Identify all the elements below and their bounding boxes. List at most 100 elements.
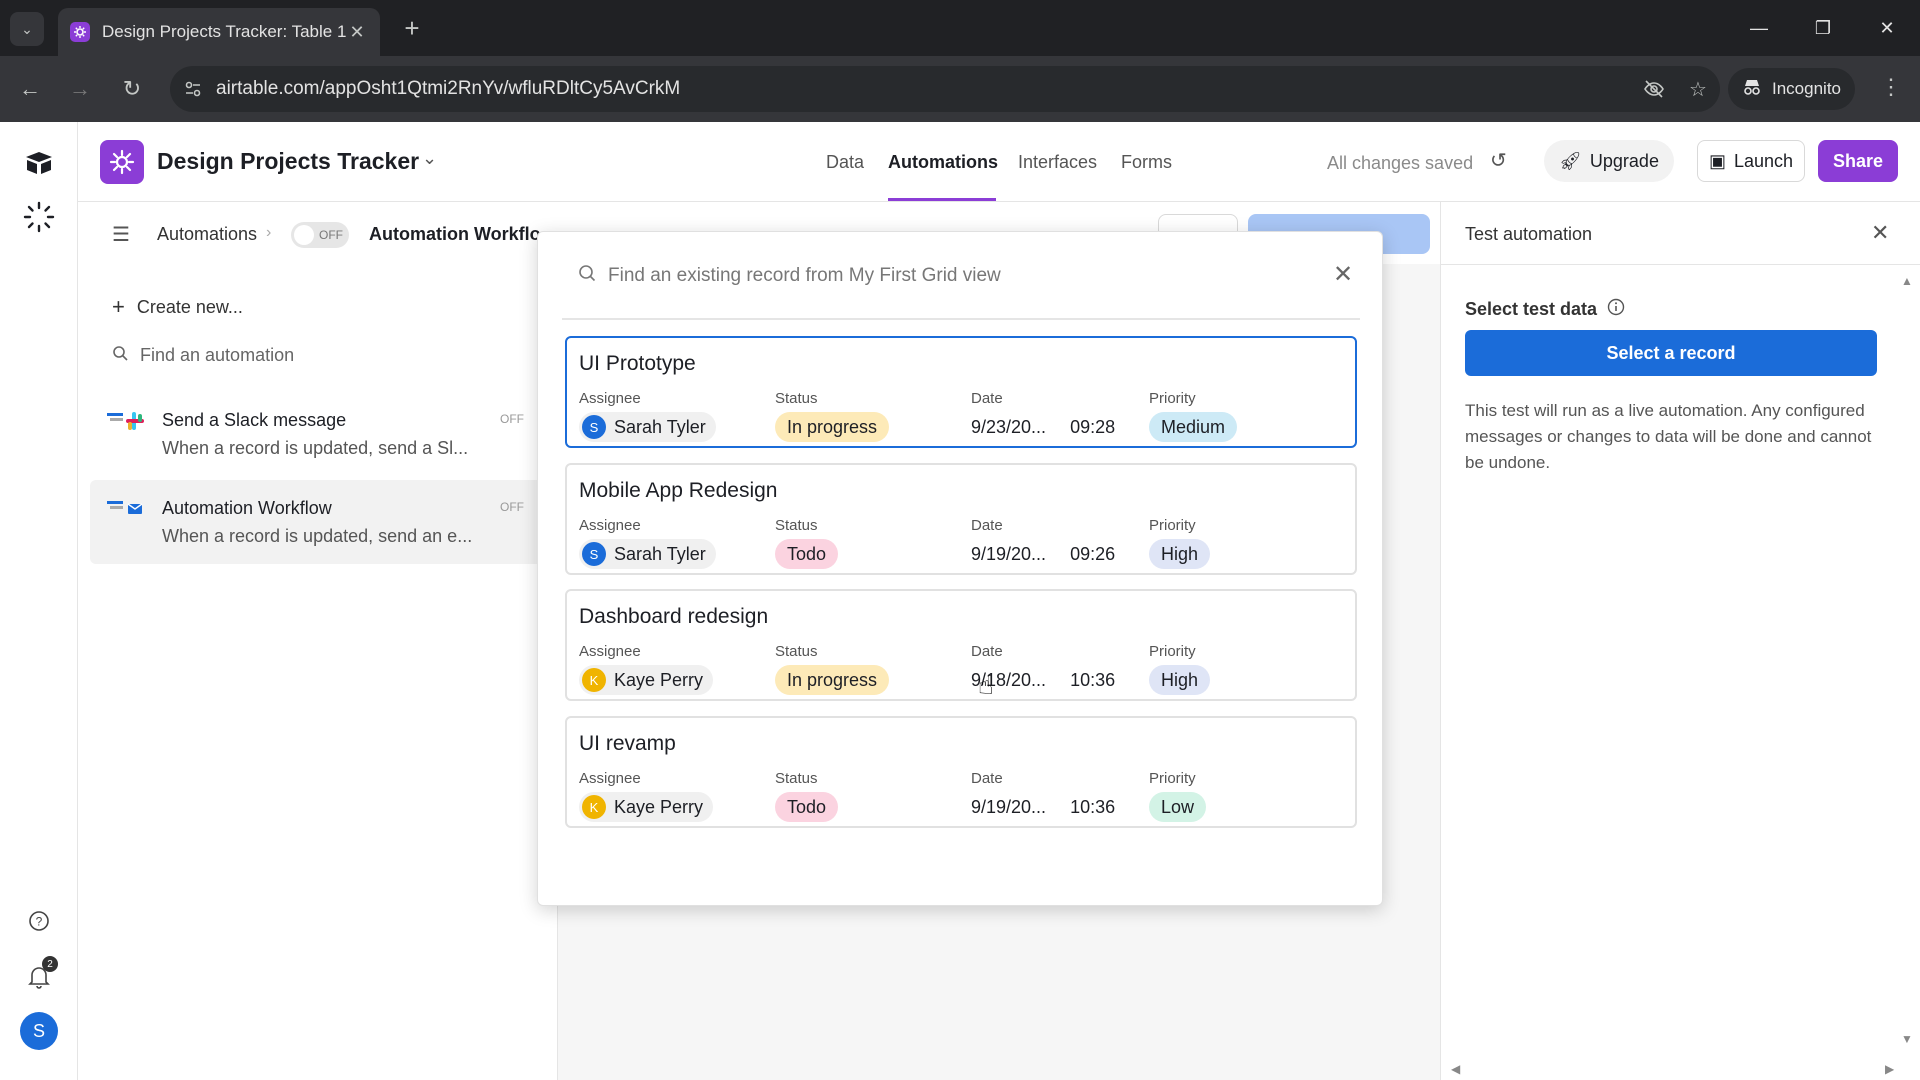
address-bar[interactable]: airtable.com/appOsht1Qtmi2RnYv/wfluRDltC… <box>170 66 1720 112</box>
share-button[interactable]: Share <box>1818 140 1898 182</box>
mouse-cursor-icon: ☝︎ <box>978 670 994 700</box>
find-automation-input[interactable]: Find an automation <box>112 345 294 366</box>
upgrade-button[interactable]: 🚀︎ Upgrade <box>1544 140 1674 182</box>
scroll-left-arrow-icon[interactable]: ◀ <box>1451 1062 1460 1076</box>
browser-tab-active[interactable]: Design Projects Tracker: Table 1 ✕ <box>58 8 380 56</box>
new-tab-button[interactable]: + <box>396 12 428 44</box>
record-title: Dashboard redesign <box>579 605 769 628</box>
record-card[interactable]: UI Prototype Assignee Status Date Priority S S… <box>565 336 1357 448</box>
notifications-bell-icon[interactable]: 2 <box>20 956 58 996</box>
field-label-priority: Priority <box>1149 770 1196 787</box>
assignee-pill: S Sarah Tyler <box>579 539 716 569</box>
search-icon <box>112 345 128 366</box>
assignee-avatar: K <box>582 795 606 819</box>
record-card[interactable]: UI revamp Assignee Status Date Priority K Kaye… <box>565 716 1357 828</box>
assignee-name: Sarah Tyler <box>614 416 706 437</box>
forward-icon[interactable]: → <box>64 73 96 105</box>
base-name[interactable]: Design Projects Tracker <box>157 148 419 175</box>
time-text: 10:36 <box>1070 796 1116 817</box>
help-icon[interactable]: ? <box>20 902 58 940</box>
automation-toggle[interactable]: OFF <box>291 222 349 248</box>
status-badge: Todo <box>775 792 839 822</box>
automation-item-state: OFF <box>500 412 524 426</box>
incognito-badge[interactable]: Incognito <box>1728 68 1855 110</box>
assignee-pill: K Kaye Perry <box>579 665 714 695</box>
base-icon[interactable] <box>100 140 144 184</box>
bookmark-star-icon[interactable]: ☆ <box>1676 77 1720 102</box>
close-icon[interactable]: ✕ <box>1871 220 1889 246</box>
record-title: UI Prototype <box>579 352 696 375</box>
reload-icon[interactable]: ↻ <box>116 73 148 105</box>
window-close-button[interactable]: ✕ <box>1856 0 1918 56</box>
field-label-date: Date <box>971 517 1003 534</box>
airtable-logo-icon[interactable] <box>20 144 58 182</box>
scroll-down-arrow-icon[interactable]: ▼ <box>1901 1032 1913 1046</box>
divider <box>1441 264 1920 265</box>
tab-forms[interactable]: Forms <box>1121 152 1172 173</box>
launch-button[interactable]: ▣ Launch <box>1697 140 1805 182</box>
upgrade-label: Upgrade <box>1589 150 1659 171</box>
rocket-icon: 🚀︎ <box>1559 150 1582 171</box>
airtable-app: ? 2 S Design Projects Tracker ⌄ Data Aut… <box>0 122 1920 1080</box>
date-value: 9/23/20... 09:28 <box>971 412 1115 442</box>
left-rail: ? 2 S <box>0 122 78 1080</box>
toggle-label: OFF <box>319 228 343 242</box>
incognito-label: Incognito <box>1772 79 1841 98</box>
automation-item-state: OFF <box>500 500 524 514</box>
priority-badge: Medium <box>1149 412 1238 442</box>
trigger-slack-icon <box>106 408 146 434</box>
scroll-up-arrow-icon[interactable]: ▲ <box>1901 274 1913 288</box>
scroll-right-arrow-icon[interactable]: ▶ <box>1885 1062 1894 1076</box>
select-test-data-label: Select test data <box>1465 298 1625 321</box>
user-avatar[interactable]: S <box>20 1012 58 1050</box>
assignee-pill: S Sarah Tyler <box>579 412 716 442</box>
record-search-input[interactable]: Find an existing record from My First Gr… <box>578 264 1001 288</box>
select-record-button[interactable]: Select a record <box>1465 330 1877 376</box>
field-label-priority: Priority <box>1149 517 1196 534</box>
restore-button[interactable]: ❐ <box>1792 0 1854 56</box>
find-automation-placeholder: Find an automation <box>140 345 295 365</box>
url-text: airtable.com/appOsht1Qtmi2RnYv/wfluRDltC… <box>216 78 681 99</box>
assignee-avatar: S <box>582 415 606 439</box>
back-icon[interactable]: ← <box>14 73 46 105</box>
toggle-knob <box>294 225 314 245</box>
browser-menu-icon[interactable]: ⋮ <box>1876 74 1906 100</box>
site-info-icon[interactable] <box>170 66 216 112</box>
breadcrumb-current-automation[interactable]: Automation Workflo <box>369 224 541 245</box>
priority-badge: Low <box>1149 792 1207 822</box>
eye-off-icon[interactable] <box>1632 78 1676 100</box>
record-picker-dialog: Find an existing record from My First Gr… <box>537 231 1383 906</box>
field-label-priority: Priority <box>1149 390 1196 407</box>
tab-title: Design Projects Tracker: Table 1 <box>102 22 346 41</box>
tab-close-icon[interactable]: ✕ <box>346 22 368 43</box>
record-card[interactable]: Dashboard redesign Assignee Status Date Prio… <box>565 589 1357 701</box>
minimize-button[interactable]: — <box>1728 0 1790 56</box>
assignee-name: Kaye Perry <box>614 796 704 817</box>
search-icon <box>578 264 596 288</box>
breadcrumb-automations[interactable]: Automations <box>157 224 257 245</box>
app-header: Design Projects Tracker ⌄ Data Automatio… <box>78 122 1920 202</box>
menu-icon[interactable]: ☰ <box>112 222 130 247</box>
tab-list-button[interactable]: ⌄ <box>10 12 44 46</box>
test-warning-text: This test will run as a live automation.… <box>1465 401 1872 472</box>
close-icon[interactable]: ✕ <box>1333 260 1353 289</box>
launch-icon: ▣ <box>1708 150 1726 171</box>
chevron-down-icon[interactable]: ⌄ <box>422 148 437 169</box>
divider <box>562 318 1360 320</box>
tab-data[interactable]: Data <box>826 152 864 173</box>
time-text: 09:28 <box>1070 416 1116 437</box>
automation-item-desc: When a record is updated, send an e... <box>162 526 473 546</box>
automations-sidebar: + Create new... Find an automation Send … <box>78 264 558 1080</box>
tab-interfaces[interactable]: Interfaces <box>1018 152 1097 173</box>
notification-count-badge: 2 <box>42 956 58 972</box>
automation-item-slack[interactable]: Send a Slack message When a record is up… <box>90 392 546 476</box>
record-card[interactable]: Mobile App Redesign Assignee Status Date Pri… <box>565 463 1357 575</box>
breadcrumb-separator-icon: › <box>266 224 272 241</box>
info-icon[interactable] <box>1607 298 1625 321</box>
history-icon[interactable]: ↺ <box>1490 148 1507 173</box>
automation-item-name: Automation Workflow <box>162 498 332 518</box>
automation-item-workflow[interactable]: Automation Workflow When a record is upd… <box>90 480 546 564</box>
tab-automations[interactable]: Automations <box>888 152 998 173</box>
create-new-button[interactable]: + Create new... <box>112 294 243 320</box>
assignee-avatar: S <box>582 542 606 566</box>
